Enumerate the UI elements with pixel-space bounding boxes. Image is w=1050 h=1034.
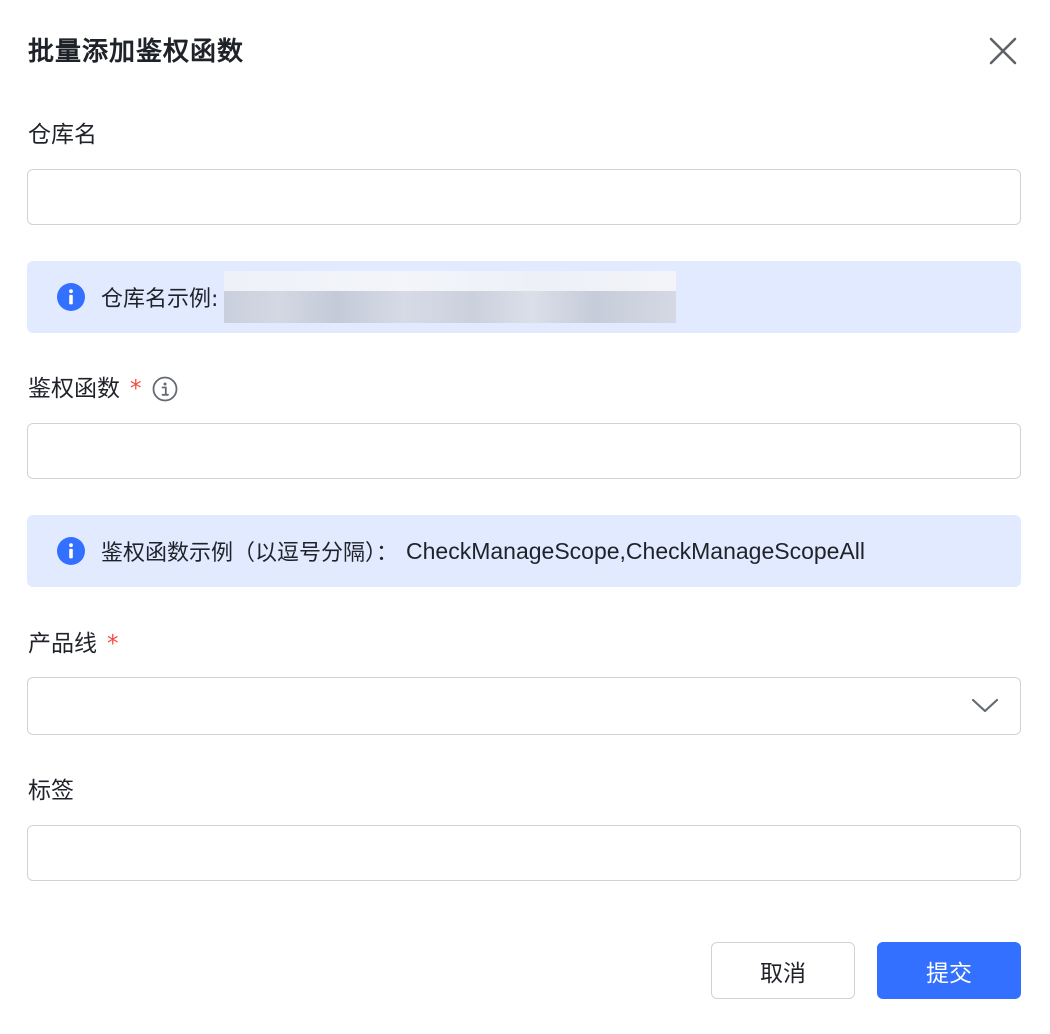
product-line-label: 产品线 * (28, 627, 119, 661)
repo-name-hint-alert: 仓库名示例: (27, 261, 1021, 333)
product-line-label-text: 产品线 (28, 631, 97, 657)
close-button[interactable] (984, 32, 1022, 70)
cancel-button[interactable]: 取消 (711, 942, 855, 999)
auth-func-hint: 鉴权函数示例（以逗号分隔）： CheckManageScope,CheckMan… (101, 535, 865, 567)
repo-name-label: 仓库名 (28, 118, 97, 152)
repo-name-input[interactable] (28, 170, 1020, 224)
repo-name-hint: 仓库名示例: (101, 271, 677, 323)
auth-func-hint-example: CheckManageScope,CheckManageScopeAll (406, 537, 866, 564)
dialog-title: 批量添加鉴权函数 (28, 37, 245, 67)
submit-button-label: 提交 (926, 960, 972, 987)
info-outline-icon[interactable] (152, 376, 178, 402)
redacted-example (224, 271, 677, 323)
auth-func-hint-text: 鉴权函数示例（以逗号分隔）： (101, 541, 399, 566)
auth-func-label-text: 鉴权函数 (28, 376, 120, 402)
tags-label: 标签 (28, 774, 74, 808)
tags-field-wrapper (27, 825, 1021, 881)
chevron-down-icon[interactable] (970, 692, 1000, 718)
repo-name-field-wrapper (27, 169, 1021, 225)
required-mark: * (107, 631, 119, 657)
info-filled-icon (57, 537, 85, 565)
auth-func-label: 鉴权函数 * (28, 372, 178, 406)
tags-label-text: 标签 (28, 778, 74, 804)
auth-func-hint-alert: 鉴权函数示例（以逗号分隔）： CheckManageScope,CheckMan… (27, 515, 1021, 587)
tags-input[interactable] (28, 826, 1020, 880)
auth-func-input[interactable] (28, 424, 1020, 478)
close-icon[interactable] (984, 32, 1022, 70)
required-mark: * (130, 376, 142, 402)
cancel-button-label: 取消 (760, 960, 806, 987)
product-line-select[interactable] (27, 677, 1021, 735)
auth-func-field-wrapper (27, 423, 1021, 479)
batch-add-auth-function-dialog: 批量添加鉴权函数 仓库名 仓库名示例: 鉴权函数 * 鉴权函数示例（以逗号分隔）… (0, 0, 1050, 1034)
info-filled-icon (57, 283, 85, 311)
repo-name-label-text: 仓库名 (28, 122, 97, 148)
submit-button[interactable]: 提交 (877, 942, 1021, 999)
repo-name-hint-text: 仓库名示例: (101, 287, 219, 312)
